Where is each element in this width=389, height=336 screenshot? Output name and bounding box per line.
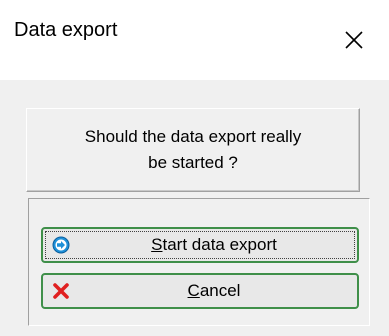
dialog-window: Data export Should the data export reall… xyxy=(0,0,389,336)
cancel-mnemonic: C xyxy=(187,281,200,300)
start-label-rest: tart data export xyxy=(162,235,277,254)
cancel-label-rest: ancel xyxy=(199,281,241,300)
close-icon xyxy=(345,31,363,49)
confirmation-message: Should the data export really be started… xyxy=(84,127,302,172)
cancel-label: Cancel xyxy=(71,275,357,307)
cancel-button[interactable]: Cancel xyxy=(41,273,359,309)
blue-arrow-right-icon xyxy=(52,236,70,254)
window-title: Data export xyxy=(14,19,118,41)
button-group: Start data export Cancel xyxy=(28,198,370,326)
start-data-export-button[interactable]: Start data export xyxy=(41,227,359,263)
close-button[interactable] xyxy=(319,0,389,80)
title-bar: Data export xyxy=(0,0,389,80)
start-mnemonic: S xyxy=(151,235,163,254)
message-panel: Should the data export really be started… xyxy=(26,108,360,192)
red-x-icon xyxy=(52,282,70,300)
dialog-body: Should the data export really be started… xyxy=(0,80,389,336)
start-data-export-label: Start data export xyxy=(71,229,357,261)
